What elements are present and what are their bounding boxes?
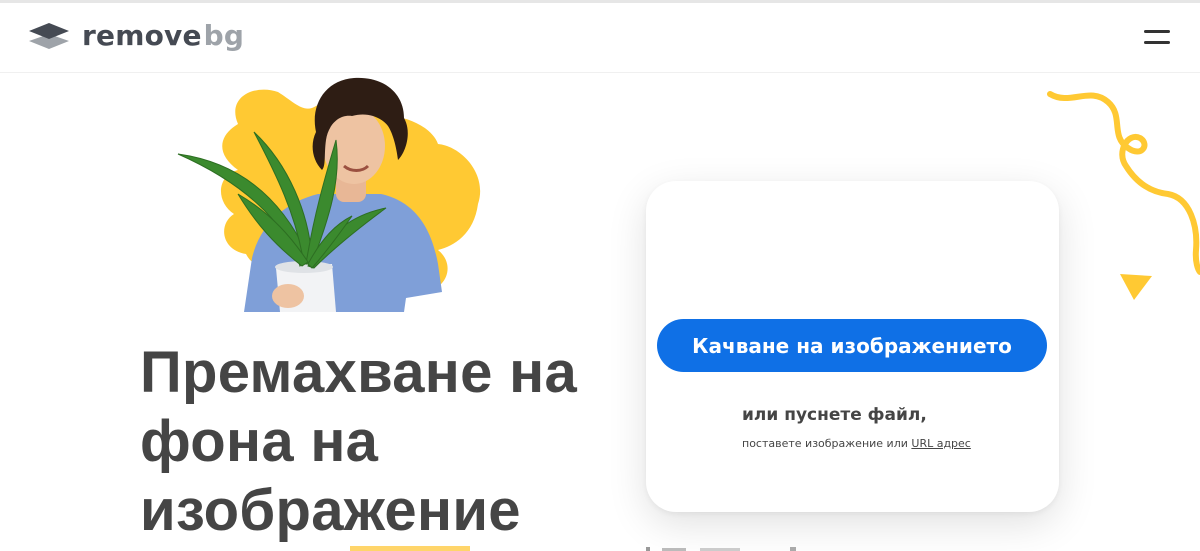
brand-name-part2: bg [203,19,245,52]
page-title-line3: изображение [140,478,521,543]
site-header: removebg [0,0,1200,73]
drop-file-label: или пуснете файл, [742,405,927,425]
brand-wordmark: removebg [82,19,244,53]
upload-image-button[interactable]: Качване на изображението [657,319,1047,372]
paste-instructions: поставете изображение или URL адрес [742,437,971,450]
page-title-line2: фона на [140,409,379,474]
stacked-layers-logo-icon [29,23,69,49]
page-title-line1: Премахване на [140,340,578,405]
hamburger-menu-button[interactable] [1141,28,1173,48]
hand-shape [272,284,304,308]
yellow-highlight-bar [350,546,470,551]
bottom-cut-off-content [646,547,796,551]
browser-top-border [0,0,1200,3]
yellow-squiggle-decoration [1047,91,1200,275]
brand-name-part1: remove [82,19,202,52]
url-link[interactable]: URL адрес [911,437,970,450]
paste-instructions-text: поставете изображение или [742,437,912,450]
yellow-triangle-decoration [1120,274,1152,300]
upload-card[interactable]: Качване на изображението или пуснете фай… [646,181,1059,512]
hero-image [177,77,481,312]
brand-logo[interactable]: removebg [28,19,244,53]
hamburger-menu-icon-line [1144,41,1170,44]
page-title: Премахване на фона на изображение [140,338,600,545]
hamburger-menu-icon [1144,30,1170,33]
